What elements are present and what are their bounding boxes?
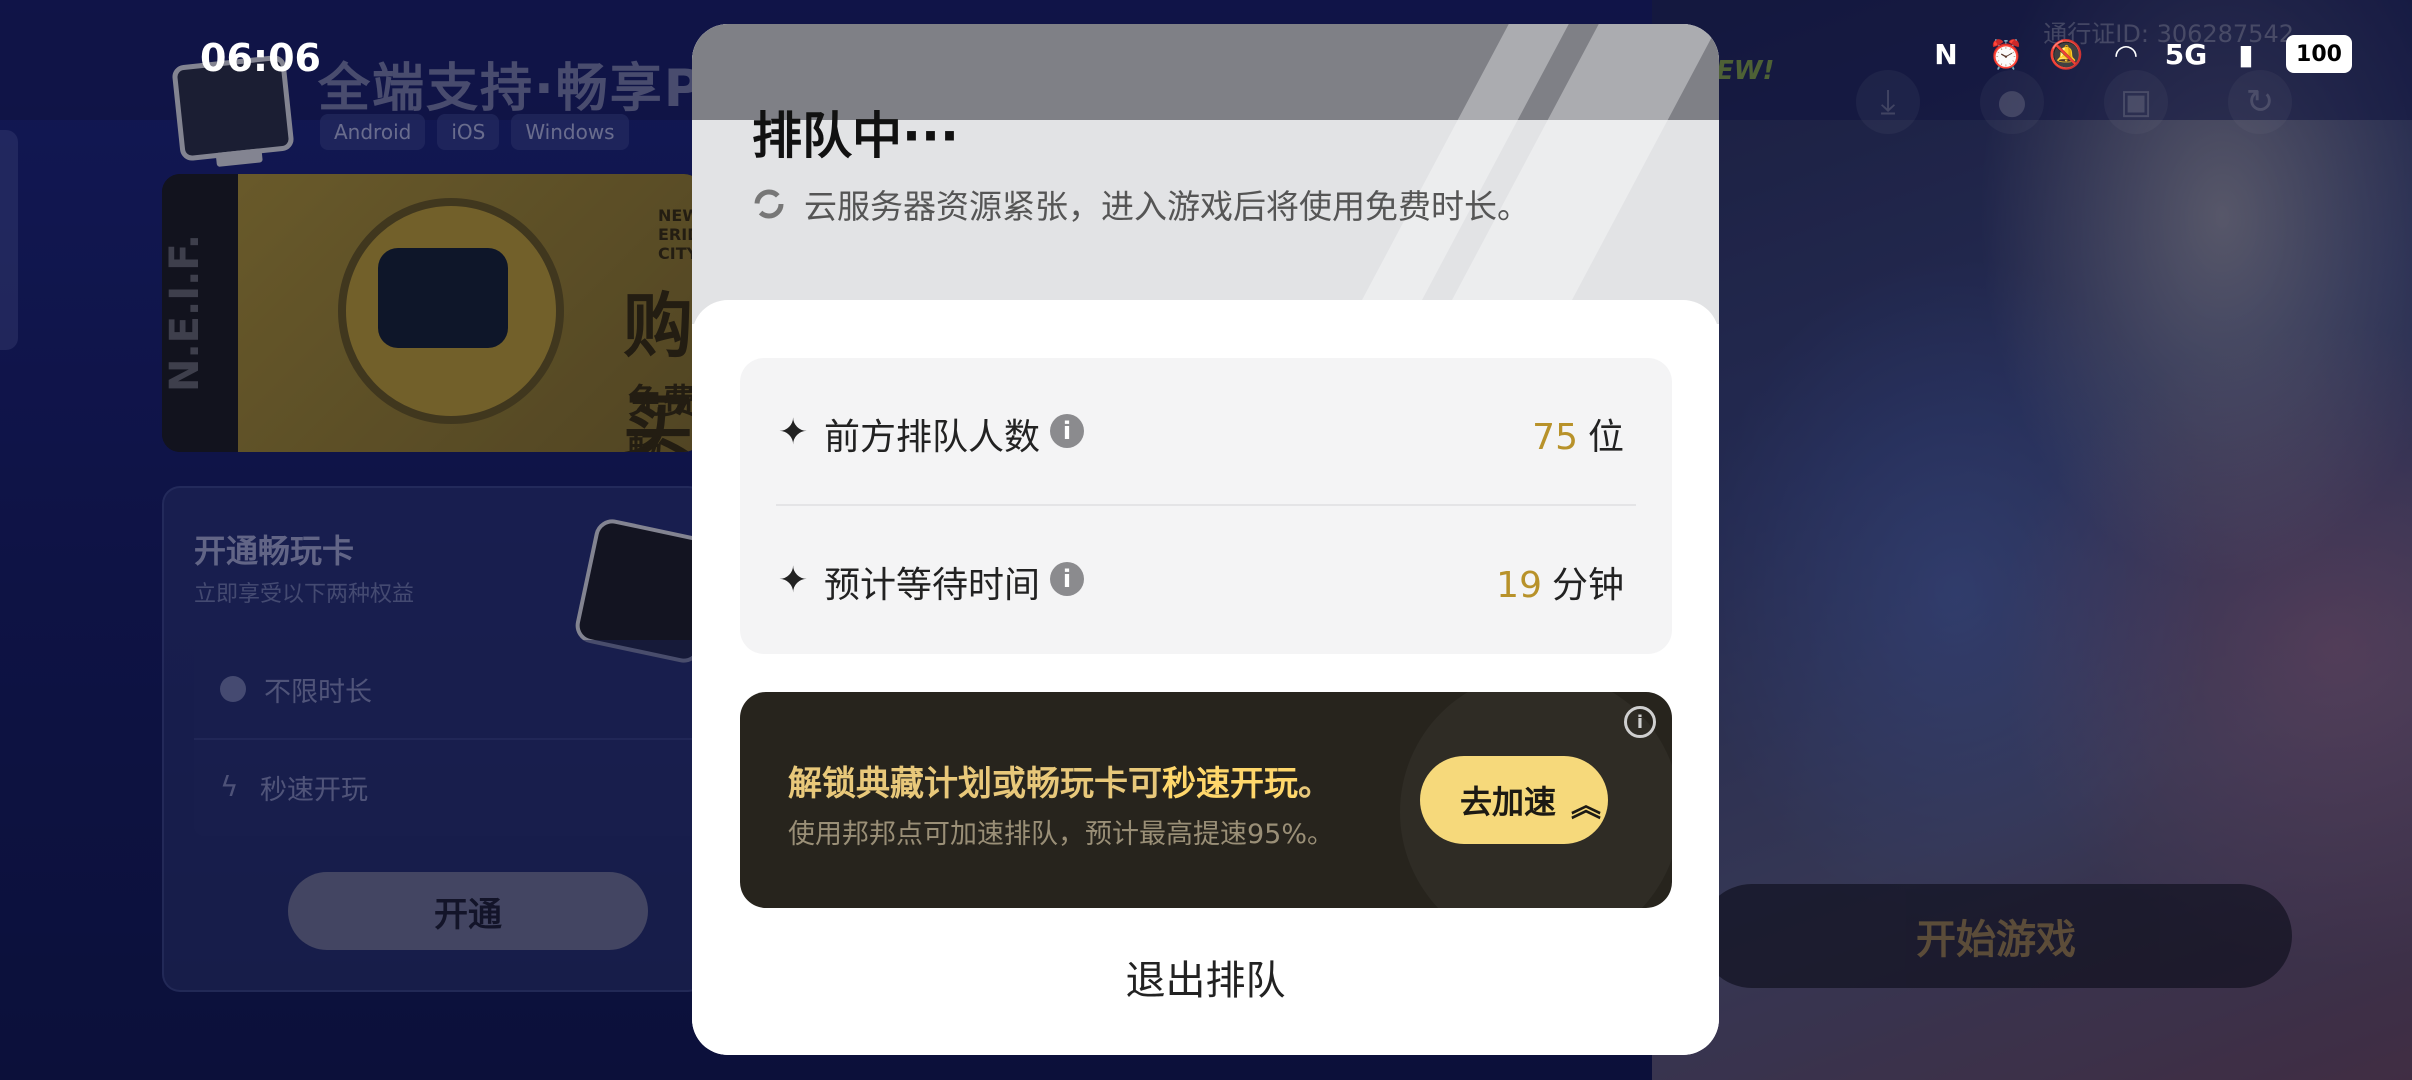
server-notice: 云服务器资源紧张，进入游戏后将使用免费时长。 [752, 180, 1530, 228]
queue-ahead-label: 前方排队人数 [824, 417, 1041, 458]
loading-spinner-icon [754, 189, 784, 219]
boost-headline-suffix: 。 [1298, 764, 1332, 804]
exit-queue-button[interactable]: 退出排队 [692, 948, 1719, 1006]
battery-icon: 100 [2286, 35, 2352, 73]
dialog-title: 排队中··· [752, 107, 959, 165]
queue-ahead-number: 75 [1532, 417, 1578, 458]
queue-ahead-value: 75 位 [1532, 408, 1624, 460]
wait-time-value: 19 分钟 [1496, 556, 1624, 608]
double-chevron-up-icon: ︽ [1571, 789, 1601, 824]
signal-icon: ▮ [2238, 37, 2254, 71]
wait-time-label: 预计等待时间 [824, 565, 1041, 606]
nfc-icon: N [1934, 37, 1958, 71]
info-icon[interactable]: i [1050, 562, 1084, 596]
sparkle-icon: ✦ [778, 560, 809, 601]
queue-ahead-row: ✦ 前方排队人数 i 75 位 [740, 358, 1672, 506]
queue-info: ✦ 前方排队人数 i 75 位 ✦ 预计等待时间 i 19 分钟 [740, 358, 1672, 654]
wifi-icon: ◠ [2115, 37, 2137, 71]
dialog-header: 排队中··· 云服务器资源紧张，进入游戏后将使用免费时长。 [692, 24, 1719, 324]
queue-ahead-unit: 位 [1587, 417, 1624, 458]
boost-button-label: 去加速 [1460, 783, 1557, 821]
wait-time-row: ✦ 预计等待时间 i 19 分钟 [740, 506, 1672, 654]
mute-icon: 🔕 [2048, 37, 2084, 71]
status-icons: N ⏰ 🔕 ◠ 5G ▮ 100 [1926, 34, 2352, 74]
boost-panel: i 解锁典藏计划或畅玩卡可秒速开玩。 使用邦邦点可加速排队，预计最高提速95%。… [740, 692, 1672, 908]
queue-dialog: 排队中··· 云服务器资源紧张，进入游戏后将使用免费时长。 ✦ 前方排队人数 i… [692, 24, 1719, 1055]
wait-time-number: 19 [1496, 565, 1542, 606]
network-type: 5G [2164, 37, 2208, 71]
boost-button[interactable]: 去加速 ︽ [1420, 756, 1608, 844]
status-time: 06:06 [200, 36, 321, 80]
boost-info-icon[interactable]: i [1624, 706, 1656, 738]
boost-headline: 解锁典藏计划或畅玩卡可秒速开玩。 [788, 756, 1332, 805]
wait-time-unit: 分钟 [1551, 565, 1624, 606]
info-icon[interactable]: i [1050, 414, 1084, 448]
boost-headline-highlight: 秒速开玩 [1162, 764, 1298, 804]
sparkle-icon: ✦ [778, 412, 809, 453]
alarm-icon: ⏰ [1988, 37, 2024, 71]
boost-description: 使用邦邦点可加速排队，预计最高提速95%。 [788, 819, 1335, 850]
server-notice-text: 云服务器资源紧张，进入游戏后将使用免费时长。 [804, 187, 1530, 226]
dialog-body: ✦ 前方排队人数 i 75 位 ✦ 预计等待时间 i 19 分钟 i 解锁典藏计划或… [692, 300, 1719, 1055]
boost-headline-prefix: 解锁典藏计划或畅玩卡可 [788, 764, 1162, 804]
